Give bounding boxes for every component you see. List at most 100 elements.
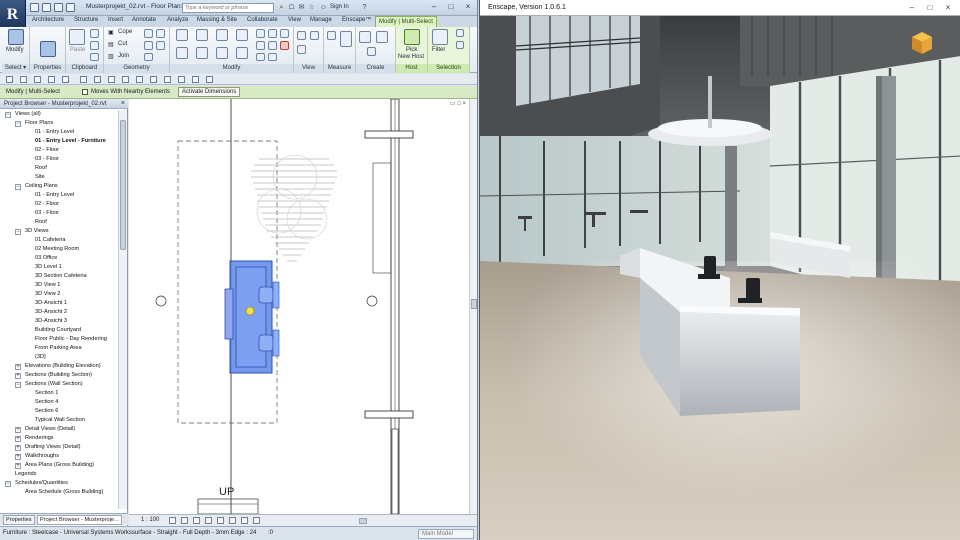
switch-windows-icon[interactable] <box>192 76 199 83</box>
tree-item[interactable]: Roof <box>35 164 47 173</box>
browser-scroll-thumb[interactable] <box>120 120 126 250</box>
paint-icon[interactable] <box>156 29 165 38</box>
tree-item[interactable]: 3D View 2 <box>35 290 60 299</box>
rotate-icon[interactable] <box>216 47 228 59</box>
tree-item[interactable]: 03 - Floor <box>35 209 59 218</box>
detail-level-icon[interactable] <box>169 517 176 524</box>
tree-expander-icon[interactable]: + <box>15 444 21 451</box>
tab-architecture[interactable]: Architecture <box>32 17 64 23</box>
move-icon[interactable] <box>176 47 188 59</box>
tab-massing-site[interactable]: Massing & Site <box>197 17 237 23</box>
tab-modify-multi-select[interactable]: Modify | Multi-Select <box>375 16 437 27</box>
subscription-icon[interactable]: ☖ <box>287 3 296 12</box>
tree-item[interactable]: From Parking Area <box>35 344 82 353</box>
tree-item[interactable]: Sections (Building Section) <box>25 371 92 380</box>
tree-item[interactable]: Legends <box>15 470 36 479</box>
tree-item[interactable]: Typical Wall Section <box>35 416 85 425</box>
unpin-icon[interactable] <box>268 41 277 50</box>
join-icon[interactable]: ▥ <box>108 53 114 60</box>
create-parts-icon[interactable] <box>376 31 388 43</box>
tree-expander-icon[interactable]: − <box>15 120 21 127</box>
tree-item[interactable]: 3D Level 1 <box>35 263 62 272</box>
array-icon[interactable] <box>268 29 277 38</box>
tab-project-browser[interactable]: Project Browser - Musterproje... <box>37 515 122 525</box>
sign-in-button[interactable]: Sign In <box>330 4 349 10</box>
delete-icon[interactable] <box>280 41 289 50</box>
copy-element-icon[interactable] <box>196 47 208 59</box>
tab-collaborate[interactable]: Collaborate <box>247 17 278 23</box>
close-button[interactable]: × <box>460 1 476 13</box>
main-model-dropdown[interactable]: Main Model <box>418 529 474 539</box>
floor-plan-canvas[interactable]: ▭ □ × UP <box>129 99 469 514</box>
canvas-hscroll-thumb[interactable] <box>359 518 367 524</box>
tree-item[interactable]: Drafting Views (Detail) <box>25 443 81 452</box>
remove-paint-icon[interactable] <box>144 53 153 61</box>
tree-item[interactable]: 01 - Entry Level - Furniture <box>35 137 106 146</box>
tree-item[interactable]: Area Schedule (Gross Building) <box>25 488 103 497</box>
tab-analyze[interactable]: Analyze <box>167 17 188 23</box>
open-file-icon[interactable] <box>6 76 13 83</box>
filter-icon[interactable] <box>432 29 448 45</box>
pin-icon[interactable] <box>256 41 265 50</box>
open-icon[interactable] <box>30 3 39 12</box>
tree-expander-icon[interactable]: + <box>15 363 21 370</box>
tab-properties-panel[interactable]: Properties <box>3 515 35 525</box>
communication-icon[interactable]: ✉ <box>297 3 306 12</box>
properties-icon[interactable] <box>40 41 56 57</box>
tree-item[interactable]: Renderings <box>25 434 54 443</box>
match-type-icon[interactable] <box>90 53 99 61</box>
moves-with-nearby-checkbox[interactable] <box>82 89 88 95</box>
tree-expander-icon[interactable]: − <box>5 480 11 487</box>
cut-geometry-icon[interactable]: ▤ <box>108 41 114 48</box>
crop-view-icon[interactable] <box>217 517 224 524</box>
tree-item[interactable]: Section 1 <box>35 389 58 398</box>
split-face-icon[interactable] <box>144 29 153 38</box>
pick-label[interactable]: Pick <box>406 47 417 53</box>
tree-item[interactable]: 01 - Entry Level <box>35 191 74 200</box>
maximize-button[interactable]: □ <box>443 1 459 13</box>
tree-item[interactable]: Floor Plans <box>25 119 53 128</box>
measure-toolbar-icon[interactable] <box>80 76 87 83</box>
save-icon[interactable] <box>42 3 51 12</box>
split-gap-icon[interactable] <box>256 53 265 61</box>
dimension-icon[interactable] <box>340 31 352 47</box>
filter-button[interactable]: Filter <box>432 47 445 53</box>
user-icon[interactable]: ☺ <box>319 3 328 12</box>
tree-item[interactable]: Section 4 <box>35 398 58 407</box>
tab-view[interactable]: View <box>288 17 301 23</box>
close-windows-icon[interactable] <box>178 76 185 83</box>
view-window-controls[interactable]: ▭ □ × <box>450 100 466 107</box>
customize-toolbar-icon[interactable] <box>206 76 213 83</box>
modify-arrow-icon[interactable] <box>8 29 24 45</box>
tree-expander-icon[interactable]: − <box>15 183 21 190</box>
tree-item[interactable]: 3D Section Cafeteria <box>35 272 87 281</box>
tree-item[interactable]: Building Courtyard <box>35 326 81 335</box>
cut-button[interactable]: Cut <box>118 41 127 47</box>
section-icon[interactable] <box>150 76 157 83</box>
paste-icon[interactable] <box>69 29 85 45</box>
text-icon[interactable] <box>122 76 129 83</box>
tab-insert[interactable]: Insert <box>108 17 123 23</box>
enscape-render-viewport[interactable] <box>480 16 960 540</box>
mirror-axis-icon[interactable] <box>216 29 228 41</box>
tree-item[interactable]: Views (all) <box>15 110 41 119</box>
override-graphics-icon[interactable] <box>310 31 319 40</box>
panel-select-label[interactable]: Select ▾ <box>2 64 29 73</box>
measure-icon[interactable] <box>327 31 336 40</box>
activate-dimensions-button[interactable]: Activate Dimensions <box>178 87 241 97</box>
tree-item[interactable]: 3D Views <box>25 227 49 236</box>
enscape-minimize-button[interactable]: – <box>904 2 920 14</box>
tree-item[interactable]: 02 - Floor <box>35 200 59 209</box>
tree-item[interactable]: Ceiling Plans <box>25 182 58 191</box>
tree-expander-icon[interactable]: − <box>5 111 11 118</box>
print-icon[interactable] <box>62 76 69 83</box>
help-icon[interactable]: ? <box>360 3 369 12</box>
tree-item[interactable]: Schedules/Quantities <box>15 479 68 488</box>
search-input[interactable]: Type a keyword or phrase <box>182 3 274 13</box>
split-icon[interactable] <box>256 29 265 38</box>
save-file-icon[interactable] <box>20 76 27 83</box>
tag-icon[interactable] <box>108 76 115 83</box>
enscape-close-button[interactable]: × <box>940 2 956 14</box>
default-3d-view-icon[interactable] <box>136 76 143 83</box>
thin-lines-icon[interactable] <box>164 76 171 83</box>
